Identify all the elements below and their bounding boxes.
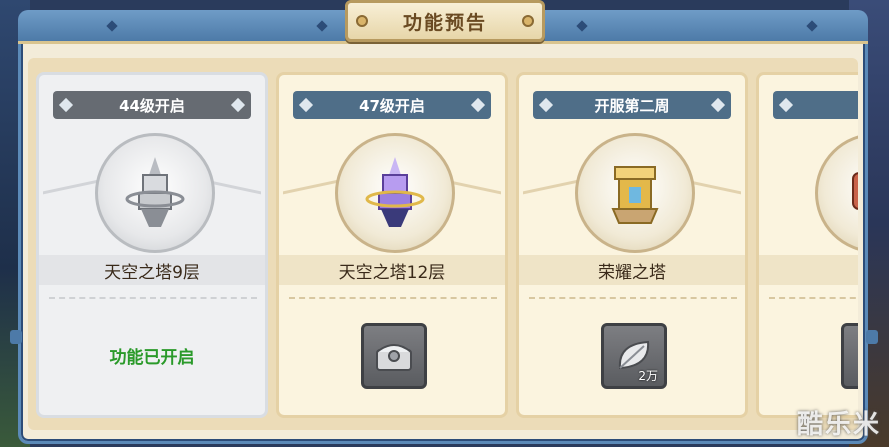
watermark-text: 酷乐米 — [796, 410, 881, 440]
frame-peg — [10, 330, 22, 344]
feature-emblem — [815, 133, 858, 253]
card-divider — [529, 297, 737, 299]
feature-name: 天空之塔9层 — [39, 255, 265, 285]
feature-card-glory-tower[interactable]: 开服第二周 荣耀之塔 2万 — [516, 72, 748, 418]
feature-card-partial[interactable]: 56 自 — [756, 72, 858, 418]
wing-decoration — [283, 178, 343, 222]
feature-emblem — [335, 133, 455, 253]
reward-item[interactable] — [841, 323, 858, 389]
feature-emblem — [95, 133, 215, 253]
tower-icon — [125, 157, 185, 227]
title-plate: 功能预告 — [345, 0, 545, 42]
unlock-condition-label: 44级开启 — [53, 91, 251, 119]
scroll-icon — [854, 338, 858, 374]
card-divider — [289, 297, 497, 299]
card-scroll-area[interactable]: 44级开启 天空之塔9层 功能已开启 47级开启 天空之塔12层 开服第二周 荣… — [28, 58, 858, 430]
feature-emblem — [575, 133, 695, 253]
reward-quantity: 2万 — [638, 369, 658, 383]
tower-icon — [611, 166, 659, 224]
unlock-condition-label: 开服第二周 — [533, 91, 731, 119]
treasure-chest-icon — [376, 344, 412, 371]
card-divider — [49, 297, 257, 299]
ornament-icon — [806, 20, 818, 32]
feature-name: 天空之塔12层 — [279, 255, 505, 285]
reward-item[interactable]: 2万 — [601, 323, 667, 389]
reward-item[interactable] — [361, 323, 427, 389]
unlock-condition-label: 56 — [773, 91, 858, 119]
wing-decoration — [523, 178, 583, 222]
wing-decoration — [43, 178, 103, 222]
tower-icon — [365, 157, 425, 227]
feature-status: 功能已开启 — [109, 348, 195, 368]
feature-name: 荣耀之塔 — [519, 255, 745, 285]
frame-peg — [866, 330, 878, 344]
feature-card-sky-tower-9[interactable]: 44级开启 天空之塔9层 功能已开启 — [36, 72, 268, 418]
feature-card-sky-tower-12[interactable]: 47级开启 天空之塔12层 — [276, 72, 508, 418]
feature-name: 自 — [759, 255, 858, 285]
ornament-icon — [316, 20, 328, 32]
card-divider — [769, 297, 858, 299]
window-title: 功能预告 — [402, 11, 487, 34]
ornament-icon — [106, 20, 118, 32]
ornament-icon — [576, 20, 588, 32]
unlock-condition-label: 47级开启 — [293, 91, 491, 119]
tower-icon — [852, 172, 858, 210]
